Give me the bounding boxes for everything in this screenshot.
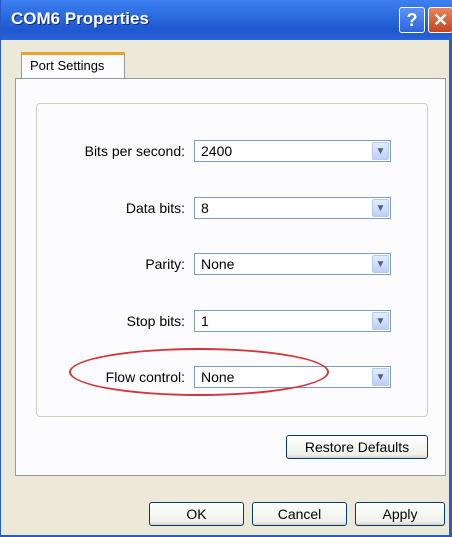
window-title: COM6 Properties (11, 9, 149, 28)
cancel-button[interactable]: Cancel (252, 502, 347, 526)
data-bits-label: Data bits: (125, 200, 185, 216)
chevron-down-icon[interactable]: ▼ (372, 255, 389, 273)
restore-defaults-button[interactable]: Restore Defaults (286, 435, 428, 459)
stop-bits-label: Stop bits: (126, 313, 185, 329)
close-icon: ✕ (432, 10, 449, 30)
stop-bits-select[interactable]: 1 ▼ (194, 310, 391, 332)
help-button[interactable]: ? (399, 7, 425, 33)
chevron-down-icon[interactable]: ▼ (372, 312, 389, 330)
chevron-down-icon[interactable]: ▼ (372, 142, 389, 160)
close-button[interactable]: ✕ (428, 7, 452, 33)
chevron-down-icon[interactable]: ▼ (372, 199, 389, 217)
bits-per-second-select[interactable]: 2400 ▼ (194, 140, 391, 162)
help-icon: ? (406, 10, 418, 30)
bits-per-second-label: Bits per second: (84, 143, 185, 159)
parity-select[interactable]: None ▼ (194, 253, 391, 275)
apply-button[interactable]: Apply (355, 502, 445, 526)
parity-label: Parity: (145, 256, 185, 272)
chevron-down-icon[interactable]: ▼ (372, 368, 389, 386)
properties-window: COM6 Properties ? ✕ Port Settings Bits p… (0, 0, 452, 537)
bits-per-second-value: 2400 (201, 143, 233, 159)
ok-button[interactable]: OK (149, 502, 244, 526)
title-bar[interactable]: COM6 Properties ? ✕ (1, 0, 452, 40)
data-bits-value: 8 (201, 200, 209, 216)
data-bits-select[interactable]: 8 ▼ (194, 197, 391, 219)
flow-control-value: None (201, 369, 235, 385)
flow-control-label: Flow control: (105, 369, 185, 385)
stop-bits-value: 1 (201, 313, 209, 329)
tab-port-settings[interactable]: Port Settings (21, 52, 125, 79)
parity-value: None (201, 256, 235, 272)
flow-control-select[interactable]: None ▼ (194, 366, 391, 388)
